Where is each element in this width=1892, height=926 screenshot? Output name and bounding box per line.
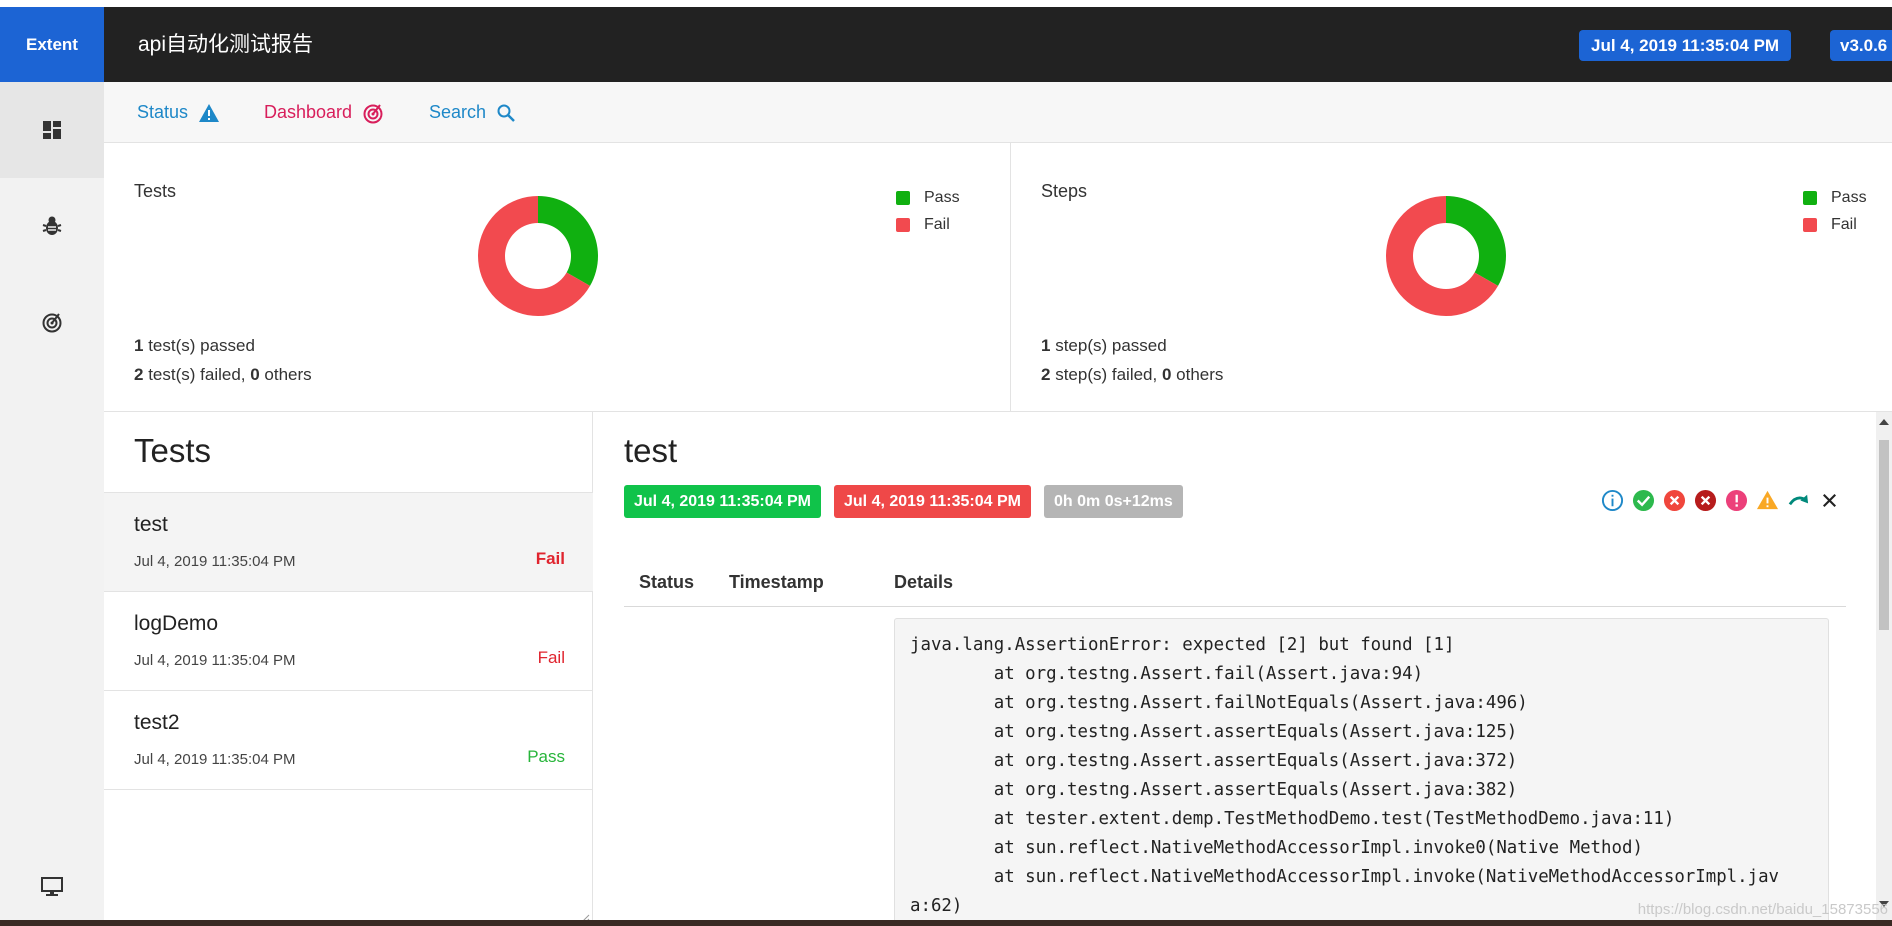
bug-icon	[42, 216, 62, 235]
tab-dashboard[interactable]: Dashboard	[264, 82, 384, 143]
stacktrace-block: java.lang.AssertionError: expected [2] b…	[894, 618, 1829, 926]
tab-search-label: Search	[429, 102, 487, 122]
donut-slice-pass[interactable]	[1446, 196, 1506, 286]
vertical-scrollbar[interactable]	[1876, 412, 1892, 926]
test-name: test	[134, 513, 168, 536]
legend-fail-swatch	[896, 217, 910, 232]
test-status: Fail	[537, 648, 565, 667]
bottom-strip	[0, 920, 1892, 926]
log-status-filters	[1601, 489, 1841, 512]
tests-failed-summary: 2 test(s) failed, 0 others	[134, 365, 312, 385]
start-time-badge: Jul 4, 2019 11:35:04 PM	[624, 485, 821, 518]
duration-badge: 0h 0m 0s+12ms	[1044, 485, 1183, 518]
radar-icon	[42, 313, 62, 333]
top-navbar: Extent api自动化测试报告 Jul 4, 2019 11:35:04 P…	[0, 7, 1892, 82]
nav-category-view[interactable]	[0, 178, 104, 274]
test-list-item[interactable]: logDemo Jul 4, 2019 11:35:04 PM Fail	[104, 592, 593, 691]
search-icon	[497, 104, 515, 122]
fail-icon[interactable]	[1663, 489, 1686, 512]
table-header-divider	[624, 606, 1846, 607]
tests-others-count: 0	[250, 365, 260, 384]
test-detail-title: test	[624, 432, 678, 469]
test-list-item[interactable]: test Jul 4, 2019 11:35:04 PM Fail	[104, 493, 593, 592]
tests-donut-chart	[478, 196, 598, 316]
tab-status[interactable]: Status	[137, 82, 220, 143]
tab-search[interactable]: Search	[429, 82, 516, 143]
steps-failed-text: step(s) failed,	[1050, 365, 1162, 384]
legend-fail-swatch	[1803, 217, 1817, 232]
legend-fail[interactable]: Fail	[1803, 211, 1867, 238]
steps-donut-chart	[1386, 196, 1506, 316]
warning-icon[interactable]	[1756, 489, 1779, 512]
test-status: Fail	[535, 549, 565, 568]
nav-environment[interactable]	[0, 862, 104, 912]
test-time: Jul 4, 2019 11:35:04 PM	[134, 652, 296, 669]
error-icon[interactable]	[1725, 489, 1748, 512]
legend-pass-swatch	[1803, 190, 1817, 205]
test-list-heading: Tests	[134, 432, 212, 469]
tests-others-text: others	[259, 365, 312, 384]
column-header-timestamp: Timestamp	[729, 572, 824, 592]
side-nav	[0, 82, 104, 926]
steps-others-text: others	[1171, 365, 1224, 384]
tests-failed-text: test(s) failed,	[143, 365, 251, 384]
test-name: logDemo	[134, 612, 219, 635]
steps-passed-summary: 1 step(s) passed	[1041, 336, 1167, 356]
warning-icon	[199, 103, 220, 122]
pass-check-icon[interactable]	[1632, 489, 1655, 512]
tab-dashboard-label: Dashboard	[264, 102, 353, 122]
steps-legend: Pass Fail	[1803, 184, 1867, 238]
test-name: test2	[134, 711, 180, 734]
tests-summary-card: Tests Pass Fail 1 test(s) passed 2 test(…	[104, 143, 1011, 412]
legend-pass-swatch	[896, 190, 910, 205]
steps-passed-text: step(s) passed	[1050, 336, 1167, 355]
tab-status-label: Status	[137, 102, 189, 122]
fatal-icon[interactable]	[1694, 489, 1717, 512]
scrollbar-thumb[interactable]	[1879, 440, 1889, 630]
legend-fail-label: Fail	[1831, 215, 1857, 233]
test-list-panel: Tests test Jul 4, 2019 11:35:04 PM Fail …	[104, 412, 593, 926]
brand-logo[interactable]: Extent	[0, 7, 104, 82]
steps-summary-card: Steps Pass Fail 1 step(s) passed 2 step(…	[1011, 143, 1892, 412]
steps-card-title: Steps	[1041, 181, 1088, 201]
report-window: Extent api自动化测试报告 Jul 4, 2019 11:35:04 P…	[0, 0, 1892, 926]
legend-pass-label: Pass	[1831, 188, 1867, 206]
legend-fail[interactable]: Fail	[896, 211, 960, 238]
tests-legend: Pass Fail	[896, 184, 960, 238]
column-header-details: Details	[894, 572, 954, 592]
nav-dashboard-view[interactable]	[0, 274, 104, 370]
end-time-badge: Jul 4, 2019 11:35:04 PM	[834, 485, 1031, 518]
legend-pass-label: Pass	[924, 188, 960, 206]
steps-failed-summary: 2 step(s) failed, 0 others	[1041, 365, 1223, 385]
tests-card-title: Tests	[134, 181, 177, 201]
test-time: Jul 4, 2019 11:35:04 PM	[134, 553, 296, 570]
skip-icon[interactable]	[1787, 489, 1810, 512]
close-icon[interactable]	[1818, 489, 1841, 512]
test-status: Pass	[527, 747, 565, 766]
scroll-up-arrow-icon[interactable]	[1876, 416, 1892, 428]
nav-test-view[interactable]	[0, 82, 104, 178]
watermark: https://blog.csdn.net/baidu_15873556	[1637, 901, 1888, 918]
legend-pass[interactable]: Pass	[1803, 184, 1867, 211]
legend-fail-label: Fail	[924, 215, 950, 233]
tests-passed-summary: 1 test(s) passed	[134, 336, 255, 356]
test-list-item[interactable]: test2 Jul 4, 2019 11:35:04 PM Pass	[104, 691, 593, 790]
column-header-status: Status	[639, 572, 695, 592]
info-icon[interactable]	[1601, 489, 1624, 512]
radar-icon	[363, 103, 383, 123]
test-detail-panel: test Jul 4, 2019 11:35:04 PM Jul 4, 2019…	[594, 412, 1876, 926]
report-date-badge: Jul 4, 2019 11:35:04 PM	[1579, 30, 1792, 61]
tests-passed-text: test(s) passed	[143, 336, 255, 355]
filter-tab-strip: Status Dashboard Search	[104, 82, 1892, 143]
legend-pass[interactable]: Pass	[896, 184, 960, 211]
dashboard-icon	[43, 121, 61, 139]
test-time: Jul 4, 2019 11:35:04 PM	[134, 751, 296, 768]
donut-slice-pass[interactable]	[538, 196, 598, 286]
report-name: api自动化测试报告	[138, 33, 314, 56]
monitor-icon	[41, 877, 63, 896]
version-badge: v3.0.6	[1830, 30, 1892, 61]
